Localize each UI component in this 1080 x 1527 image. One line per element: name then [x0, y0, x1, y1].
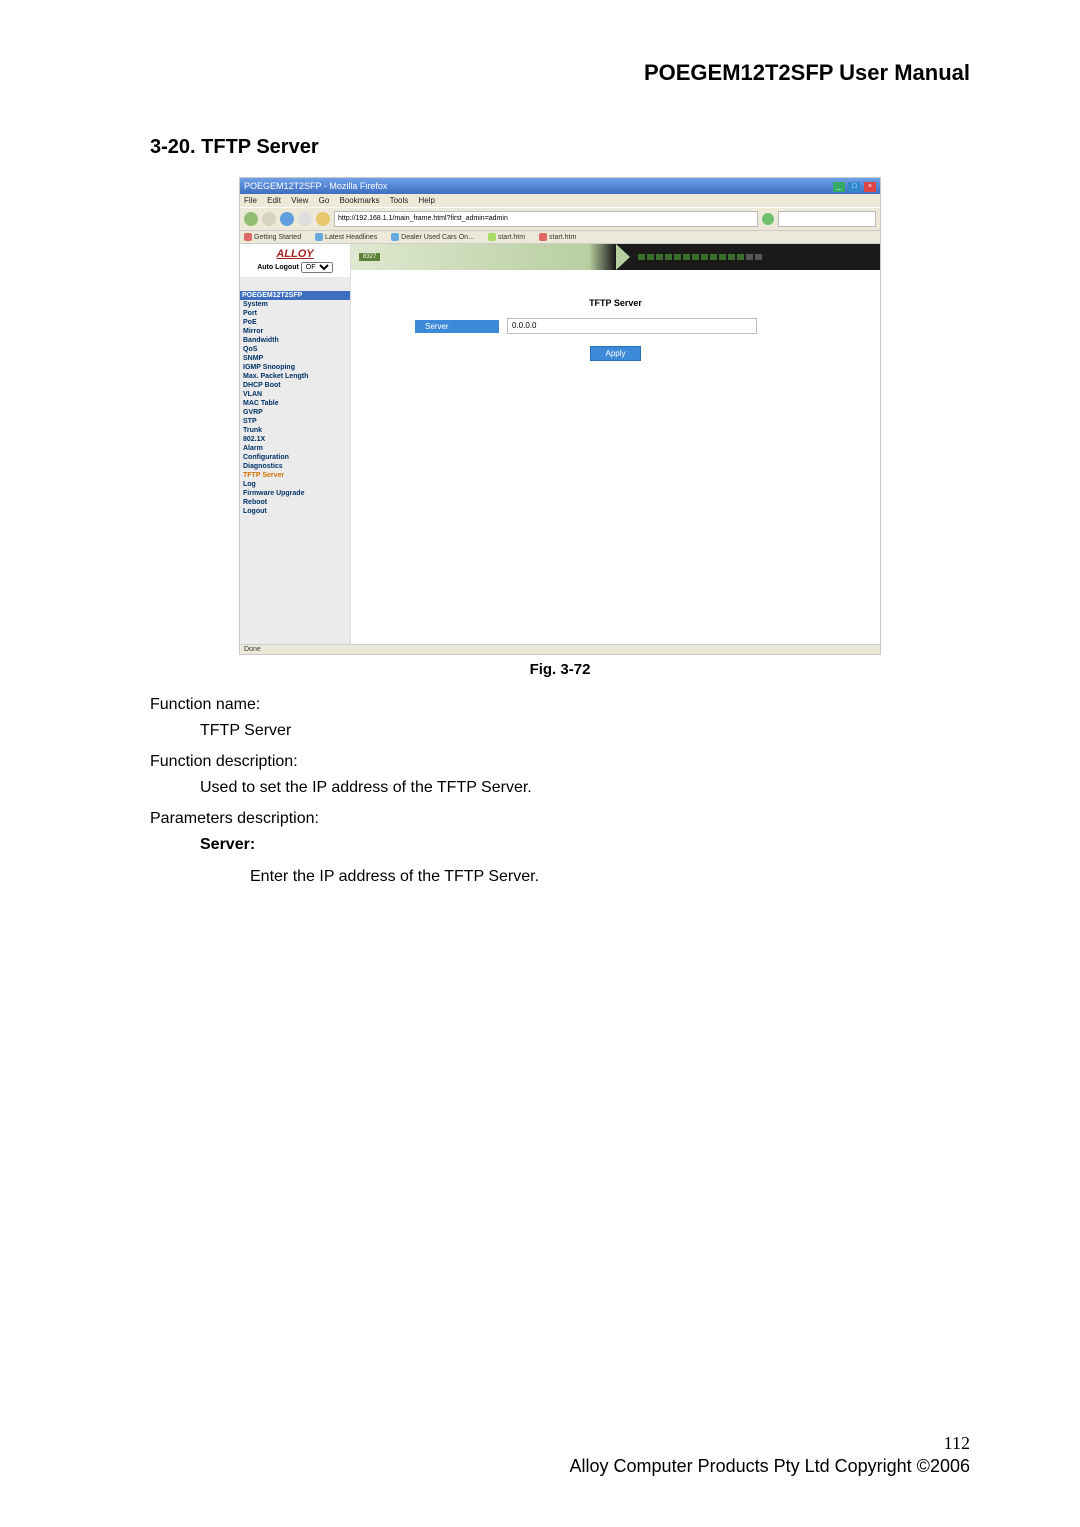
menu-help[interactable]: Help [419, 196, 435, 205]
figure-caption: Fig. 3-72 [150, 661, 970, 678]
sidebar-item-alarm[interactable]: Alarm [240, 444, 350, 453]
browser-menubar: File Edit View Go Bookmarks Tools Help [240, 194, 880, 207]
minimize-icon[interactable]: _ [833, 182, 845, 192]
sidebar-item-log[interactable]: Log [240, 480, 350, 489]
port-panel-icon [630, 254, 881, 260]
bookmark-item[interactable]: Getting Started [244, 234, 307, 241]
url-bar[interactable]: http://192.168.1.1/main_frame.html?first… [334, 211, 758, 227]
go-button[interactable] [762, 213, 774, 225]
document-title: POEGEM12T2SFP User Manual [150, 60, 970, 86]
param-server-label: Server: [200, 834, 970, 856]
sidebar-item-diagnostics[interactable]: Diagnostics [240, 462, 350, 471]
forward-icon[interactable] [262, 212, 276, 226]
function-name-label: Function name: [150, 694, 970, 716]
sidebar-item-max-packet-length[interactable]: Max. Packet Length [240, 372, 350, 381]
params-label: Parameters description: [150, 808, 970, 830]
menu-edit[interactable]: Edit [267, 196, 281, 205]
menu-go[interactable]: Go [319, 196, 330, 205]
back-icon[interactable] [244, 212, 258, 226]
bookmark-item[interactable]: start.htm [488, 234, 531, 241]
bookmarks-bar: Getting Started Latest Headlines Dealer … [240, 231, 880, 244]
sidebar-item-bandwidth[interactable]: Bandwidth [240, 336, 350, 345]
section-heading: 3-20. TFTP Server [150, 136, 970, 159]
sidebar-item-mac-table[interactable]: MAC Table [240, 399, 350, 408]
brand-logo: ALLOY [242, 248, 348, 260]
sidebar-item-dhcp-boot[interactable]: DHCP Boot [240, 381, 350, 390]
sidebar-item-port[interactable]: Port [240, 309, 350, 318]
hero-tag: 8327 [359, 253, 380, 261]
menu-bookmarks[interactable]: Bookmarks [340, 196, 380, 205]
menu-view[interactable]: View [291, 196, 308, 205]
window-buttons: _ □ × [832, 180, 876, 192]
copyright: Alloy Computer Products Pty Ltd Copyrigh… [570, 1456, 970, 1477]
sidebar-item-igmp-snooping[interactable]: IGMP Snooping [240, 363, 350, 372]
sidebar-item-poe[interactable]: PoE [240, 318, 350, 327]
browser-titlebar: POEGEM12T2SFP - Mozilla Firefox _ □ × [240, 178, 880, 194]
function-desc-value: Used to set the IP address of the TFTP S… [200, 777, 970, 799]
home-icon[interactable] [316, 212, 330, 226]
browser-toolbar: http://192.168.1.1/main_frame.html?first… [240, 207, 880, 231]
sidebar-item-mirror[interactable]: Mirror [240, 327, 350, 336]
sidebar-item-tftp-server[interactable]: TFTP Server [240, 471, 350, 480]
function-name-value: TFTP Server [200, 720, 970, 742]
menu-tools[interactable]: Tools [390, 196, 409, 205]
sidebar-item-qos[interactable]: QoS [240, 345, 350, 354]
body-text: Function name: TFTP Server Function desc… [150, 694, 970, 887]
app-body: ALLOY Auto Logout OFF POEGEM12T2SFP Syst… [240, 244, 880, 644]
figure-screenshot: POEGEM12T2SFP - Mozilla Firefox _ □ × Fi… [239, 177, 881, 655]
sidebar-item-gvrp[interactable]: GVRP [240, 408, 350, 417]
function-desc-label: Function description: [150, 751, 970, 773]
browser-window-title: POEGEM12T2SFP - Mozilla Firefox [244, 181, 387, 191]
server-label: Server [415, 320, 499, 333]
sidebar-item-reboot[interactable]: Reboot [240, 498, 350, 507]
sidebar-item-logout[interactable]: Logout [240, 507, 350, 516]
page-number: 112 [570, 1433, 970, 1454]
param-server-desc: Enter the IP address of the TFTP Server. [250, 866, 970, 888]
page-footer: 112 Alloy Computer Products Pty Ltd Copy… [570, 1433, 970, 1477]
maximize-icon[interactable]: □ [848, 182, 860, 192]
server-ip-input[interactable]: 0.0.0.0 [507, 318, 757, 334]
apply-button[interactable]: Apply [590, 346, 640, 361]
sidebar-item-configuration[interactable]: Configuration [240, 453, 350, 462]
sidebar-item-stp[interactable]: STP [240, 417, 350, 426]
sidebar-item-snmp[interactable]: SNMP [240, 354, 350, 363]
close-icon[interactable]: × [864, 182, 876, 192]
sidebar-item-trunk[interactable]: Trunk [240, 426, 350, 435]
stop-icon[interactable] [298, 212, 312, 226]
menu-file[interactable]: File [244, 196, 257, 205]
sidebar: ALLOY Auto Logout OFF POEGEM12T2SFP Syst… [240, 244, 351, 644]
sidebar-item-system[interactable]: System [240, 300, 350, 309]
browser-statusbar: Done [240, 644, 880, 654]
reload-icon[interactable] [280, 212, 294, 226]
bookmark-item[interactable]: start.htm [539, 234, 582, 241]
bookmark-item[interactable]: Latest Headlines [315, 234, 383, 241]
sidebar-item-802-1x[interactable]: 802.1X [240, 435, 350, 444]
sidebar-item-firmware-upgrade[interactable]: Firmware Upgrade [240, 489, 350, 498]
auto-logout: Auto Logout OFF [242, 262, 348, 273]
browser-search-input[interactable] [778, 211, 876, 227]
bookmark-item[interactable]: Dealer Used Cars On... [391, 234, 480, 241]
panel-title: TFTP Server [379, 298, 852, 308]
main-pane: 8327 TFTP Server Server 0.0.0.0 [351, 244, 880, 644]
sidebar-item-vlan[interactable]: VLAN [240, 390, 350, 399]
auto-logout-select[interactable]: OFF [301, 262, 333, 273]
device-hero: 8327 [351, 244, 880, 270]
device-header: POEGEM12T2SFP [240, 291, 350, 300]
